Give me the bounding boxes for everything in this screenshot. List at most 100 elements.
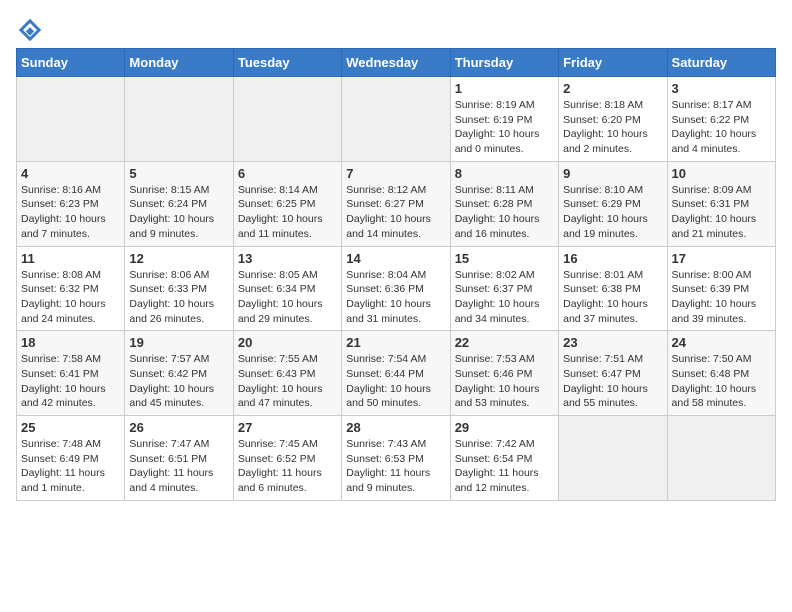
day-number: 7: [346, 166, 445, 181]
weekday-header-thursday: Thursday: [450, 49, 558, 77]
day-info: Sunrise: 8:00 AMSunset: 6:39 PMDaylight:…: [672, 268, 771, 327]
calendar-cell: 20 Sunrise: 7:55 AMSunset: 6:43 PMDayligh…: [233, 331, 341, 416]
day-info: Sunrise: 8:11 AMSunset: 6:28 PMDaylight:…: [455, 183, 554, 242]
day-number: 10: [672, 166, 771, 181]
day-info: Sunrise: 7:47 AMSunset: 6:51 PMDaylight:…: [129, 437, 228, 496]
day-number: 23: [563, 335, 662, 350]
day-info: Sunrise: 8:09 AMSunset: 6:31 PMDaylight:…: [672, 183, 771, 242]
calendar-cell: 14 Sunrise: 8:04 AMSunset: 6:36 PMDayligh…: [342, 246, 450, 331]
day-number: 3: [672, 81, 771, 96]
calendar-week-row: 18 Sunrise: 7:58 AMSunset: 6:41 PMDayligh…: [17, 331, 776, 416]
day-info: Sunrise: 7:57 AMSunset: 6:42 PMDaylight:…: [129, 352, 228, 411]
day-number: 16: [563, 251, 662, 266]
calendar-cell: [342, 77, 450, 162]
day-info: Sunrise: 7:45 AMSunset: 6:52 PMDaylight:…: [238, 437, 337, 496]
calendar-cell: 17 Sunrise: 8:00 AMSunset: 6:39 PMDayligh…: [667, 246, 775, 331]
calendar-week-row: 25Sunrise: 7:48 AMSunset: 6:49 PMDayligh…: [17, 416, 776, 501]
calendar-cell: 7 Sunrise: 8:12 AMSunset: 6:27 PMDaylight…: [342, 161, 450, 246]
calendar-cell: 21 Sunrise: 7:54 AMSunset: 6:44 PMDayligh…: [342, 331, 450, 416]
calendar-cell: 22 Sunrise: 7:53 AMSunset: 6:46 PMDayligh…: [450, 331, 558, 416]
calendar-cell: 15 Sunrise: 8:02 AMSunset: 6:37 PMDayligh…: [450, 246, 558, 331]
calendar-cell: 12 Sunrise: 8:06 AMSunset: 6:33 PMDayligh…: [125, 246, 233, 331]
logo: [16, 16, 48, 44]
day-number: 19: [129, 335, 228, 350]
calendar-cell: 1 Sunrise: 8:19 AMSunset: 6:19 PMDaylight…: [450, 77, 558, 162]
calendar-cell: 6 Sunrise: 8:14 AMSunset: 6:25 PMDaylight…: [233, 161, 341, 246]
calendar-cell: 29 Sunrise: 7:42 AMSunset: 6:54 PMDayligh…: [450, 416, 558, 501]
weekday-header-wednesday: Wednesday: [342, 49, 450, 77]
day-info: Sunrise: 8:15 AMSunset: 6:24 PMDaylight:…: [129, 183, 228, 242]
day-number: 4: [21, 166, 120, 181]
day-number: 12: [129, 251, 228, 266]
day-number: 14: [346, 251, 445, 266]
calendar-cell: 3 Sunrise: 8:17 AMSunset: 6:22 PMDaylight…: [667, 77, 775, 162]
weekday-header-saturday: Saturday: [667, 49, 775, 77]
day-number: 11: [21, 251, 120, 266]
calendar-table: SundayMondayTuesdayWednesdayThursdayFrid…: [16, 48, 776, 501]
day-number: 9: [563, 166, 662, 181]
day-number: 21: [346, 335, 445, 350]
day-number: 20: [238, 335, 337, 350]
day-info: Sunrise: 8:17 AMSunset: 6:22 PMDaylight:…: [672, 98, 771, 157]
day-number: 2: [563, 81, 662, 96]
day-number: 6: [238, 166, 337, 181]
day-info: Sunrise: 8:06 AMSunset: 6:33 PMDaylight:…: [129, 268, 228, 327]
calendar-cell: [559, 416, 667, 501]
weekday-header-monday: Monday: [125, 49, 233, 77]
day-number: 27: [238, 420, 337, 435]
day-info: Sunrise: 8:19 AMSunset: 6:19 PMDaylight:…: [455, 98, 554, 157]
day-number: 22: [455, 335, 554, 350]
calendar-week-row: 4 Sunrise: 8:16 AMSunset: 6:23 PMDaylight…: [17, 161, 776, 246]
calendar-cell: 2 Sunrise: 8:18 AMSunset: 6:20 PMDaylight…: [559, 77, 667, 162]
calendar-cell: [17, 77, 125, 162]
calendar-cell: 28Sunrise: 7:43 AMSunset: 6:53 PMDayligh…: [342, 416, 450, 501]
calendar-cell: 26 Sunrise: 7:47 AMSunset: 6:51 PMDayligh…: [125, 416, 233, 501]
day-number: 18: [21, 335, 120, 350]
day-info: Sunrise: 8:02 AMSunset: 6:37 PMDaylight:…: [455, 268, 554, 327]
day-info: Sunrise: 8:18 AMSunset: 6:20 PMDaylight:…: [563, 98, 662, 157]
day-number: 8: [455, 166, 554, 181]
day-number: 26: [129, 420, 228, 435]
day-info: Sunrise: 7:43 AMSunset: 6:53 PMDaylight:…: [346, 437, 445, 496]
day-info: Sunrise: 7:58 AMSunset: 6:41 PMDaylight:…: [21, 352, 120, 411]
day-info: Sunrise: 7:54 AMSunset: 6:44 PMDaylight:…: [346, 352, 445, 411]
weekday-header-sunday: Sunday: [17, 49, 125, 77]
calendar-cell: 11 Sunrise: 8:08 AMSunset: 6:32 PMDayligh…: [17, 246, 125, 331]
day-number: 13: [238, 251, 337, 266]
day-info: Sunrise: 8:05 AMSunset: 6:34 PMDaylight:…: [238, 268, 337, 327]
calendar-cell: 8 Sunrise: 8:11 AMSunset: 6:28 PMDaylight…: [450, 161, 558, 246]
day-info: Sunrise: 8:12 AMSunset: 6:27 PMDaylight:…: [346, 183, 445, 242]
day-info: Sunrise: 8:04 AMSunset: 6:36 PMDaylight:…: [346, 268, 445, 327]
calendar-cell: 9 Sunrise: 8:10 AMSunset: 6:29 PMDaylight…: [559, 161, 667, 246]
day-info: Sunrise: 7:42 AMSunset: 6:54 PMDaylight:…: [455, 437, 554, 496]
calendar-week-row: 11 Sunrise: 8:08 AMSunset: 6:32 PMDayligh…: [17, 246, 776, 331]
calendar-week-row: 1 Sunrise: 8:19 AMSunset: 6:19 PMDaylight…: [17, 77, 776, 162]
day-info: Sunrise: 7:53 AMSunset: 6:46 PMDaylight:…: [455, 352, 554, 411]
day-number: 1: [455, 81, 554, 96]
day-number: 29: [455, 420, 554, 435]
day-number: 17: [672, 251, 771, 266]
calendar-cell: [233, 77, 341, 162]
calendar-cell: 18 Sunrise: 7:58 AMSunset: 6:41 PMDayligh…: [17, 331, 125, 416]
day-info: Sunrise: 8:01 AMSunset: 6:38 PMDaylight:…: [563, 268, 662, 327]
calendar-cell: 4 Sunrise: 8:16 AMSunset: 6:23 PMDaylight…: [17, 161, 125, 246]
calendar-cell: 19 Sunrise: 7:57 AMSunset: 6:42 PMDayligh…: [125, 331, 233, 416]
day-info: Sunrise: 8:16 AMSunset: 6:23 PMDaylight:…: [21, 183, 120, 242]
day-info: Sunrise: 8:14 AMSunset: 6:25 PMDaylight:…: [238, 183, 337, 242]
day-info: Sunrise: 8:08 AMSunset: 6:32 PMDaylight:…: [21, 268, 120, 327]
calendar-cell: 13 Sunrise: 8:05 AMSunset: 6:34 PMDayligh…: [233, 246, 341, 331]
day-info: Sunrise: 7:51 AMSunset: 6:47 PMDaylight:…: [563, 352, 662, 411]
day-number: 25: [21, 420, 120, 435]
calendar-cell: 5 Sunrise: 8:15 AMSunset: 6:24 PMDaylight…: [125, 161, 233, 246]
day-number: 5: [129, 166, 228, 181]
logo-icon: [16, 16, 44, 44]
day-info: Sunrise: 8:10 AMSunset: 6:29 PMDaylight:…: [563, 183, 662, 242]
day-info: Sunrise: 7:55 AMSunset: 6:43 PMDaylight:…: [238, 352, 337, 411]
calendar-cell: 10 Sunrise: 8:09 AMSunset: 6:31 PMDayligh…: [667, 161, 775, 246]
calendar-cell: [125, 77, 233, 162]
calendar-cell: 25Sunrise: 7:48 AMSunset: 6:49 PMDayligh…: [17, 416, 125, 501]
day-number: 15: [455, 251, 554, 266]
weekday-header-row: SundayMondayTuesdayWednesdayThursdayFrid…: [17, 49, 776, 77]
calendar-cell: 24Sunrise: 7:50 AMSunset: 6:48 PMDayligh…: [667, 331, 775, 416]
calendar-cell: [667, 416, 775, 501]
